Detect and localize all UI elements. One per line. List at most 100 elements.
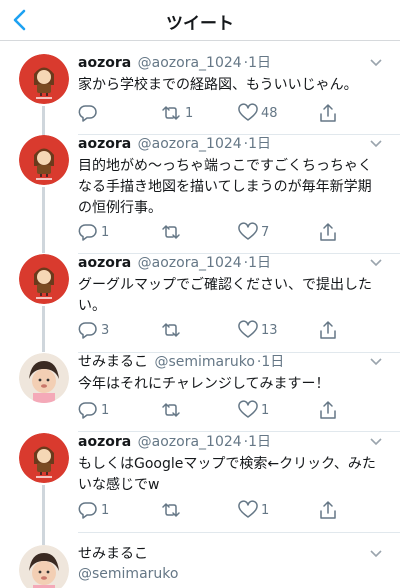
retweet-icon (162, 403, 180, 417)
heart-icon (238, 400, 258, 418)
top-bar: ツイート (0, 0, 400, 41)
share-icon (320, 321, 336, 339)
reply-button[interactable]: 1 (78, 222, 109, 242)
caret-down-icon[interactable] (369, 357, 383, 367)
tweet-text: 家から学校までの経路図、もういいじゃん。 (78, 77, 358, 93)
share-icon (320, 104, 336, 122)
retweet-button[interactable] (160, 400, 185, 420)
reply-icon (78, 224, 97, 241)
retweet-button[interactable]: 1 (160, 103, 193, 123)
timestamp: 1日 (248, 55, 272, 71)
timestamp: 1日 (248, 136, 272, 152)
tweet-header: aozora @aozora_1024·1日 (78, 255, 272, 271)
user-handle[interactable]: @aozora_1024 (138, 434, 242, 450)
user-handle[interactable]: @aozora_1024 (138, 55, 242, 71)
reply-button[interactable]: 3 (78, 320, 109, 340)
thread-line (42, 306, 45, 352)
avatar[interactable] (19, 135, 69, 185)
reply-icon (78, 502, 97, 519)
reply-icon (78, 322, 97, 339)
reply-button[interactable]: 1 (78, 500, 109, 520)
reply-icon (78, 105, 97, 122)
like-button[interactable]: 13 (238, 320, 278, 340)
heart-icon (238, 222, 258, 240)
retweet-count: 1 (185, 105, 194, 121)
share-button[interactable] (318, 222, 338, 242)
avatar[interactable] (19, 54, 69, 104)
tweet-text: グーグルマップでご確認ください、で提出したい。 (78, 277, 372, 314)
tweet-header: aozora @aozora_1024·1日 (78, 55, 272, 71)
aozora-avatar-icon (19, 135, 69, 185)
share-button[interactable] (318, 320, 338, 340)
tweet-header: aozora @aozora_1024·1日 (78, 136, 272, 152)
caret-down-icon[interactable] (369, 437, 383, 447)
user-handle[interactable]: @semimaruko (154, 354, 254, 370)
avatar[interactable] (19, 254, 69, 304)
reply-count: 1 (101, 402, 110, 418)
avatar[interactable] (19, 353, 69, 403)
tweet-actions: 1 1 (78, 500, 378, 520)
thread-line (42, 485, 45, 545)
retweet-icon (162, 225, 180, 239)
like-count: 13 (261, 322, 278, 338)
tweet-header: aozora @aozora_1024·1日 (78, 434, 272, 450)
like-button[interactable]: 1 (238, 400, 269, 420)
reply-count: 1 (101, 502, 110, 518)
share-button[interactable] (318, 500, 338, 520)
heart-icon (238, 500, 258, 518)
tweet-header: せみまるこ @semimaruko ·1日 (78, 354, 285, 370)
retweet-icon (162, 323, 180, 337)
reply-button[interactable] (78, 103, 101, 123)
timestamp: 1日 (248, 434, 272, 450)
aozora-avatar-icon (19, 54, 69, 104)
divider (78, 431, 400, 432)
retweet-button[interactable] (160, 222, 185, 242)
like-count: 1 (261, 502, 270, 518)
share-icon (320, 401, 336, 419)
avatar[interactable] (19, 433, 69, 483)
like-count: 1 (261, 402, 270, 418)
retweet-button[interactable] (160, 500, 185, 520)
caret-down-icon[interactable] (369, 139, 383, 149)
reply-icon (78, 402, 97, 419)
display-name[interactable]: せみまるこ (78, 354, 148, 370)
retweet-button[interactable] (160, 320, 185, 340)
display-name[interactable]: aozora (78, 255, 131, 271)
divider (78, 532, 400, 533)
user-handle[interactable]: @aozora_1024 (138, 255, 242, 271)
caret-down-icon[interactable] (369, 258, 383, 268)
like-count: 7 (261, 224, 270, 240)
retweet-icon (162, 503, 180, 517)
user-handle[interactable]: @aozora_1024 (138, 136, 242, 152)
share-button[interactable] (318, 103, 338, 123)
display-name[interactable]: aozora (78, 434, 131, 450)
tweet-text: 今年はそれにチャレンジしてみますー！ (78, 376, 330, 392)
tweet-actions: 3 13 (78, 320, 378, 340)
tweet-text: 目的地がめ〜っちゃ端っこですごくちっちゃくなる手描き地図を描いてしまうのが毎年新… (78, 158, 372, 216)
like-button[interactable]: 1 (238, 500, 269, 520)
page-title: ツイート (166, 14, 234, 34)
caret-down-icon[interactable] (369, 549, 383, 559)
avatar[interactable] (19, 545, 69, 588)
tweet-header: せみまるこ (78, 545, 148, 563)
semimaruko-avatar-icon (19, 545, 69, 588)
tweet[interactable]: せみまるこ @semimaruko (0, 545, 400, 588)
timestamp: 1日 (261, 354, 285, 370)
tweet-actions: 1 1 (78, 400, 378, 420)
reply-count: 3 (101, 322, 110, 338)
user-handle[interactable]: @semimaruko (78, 566, 178, 582)
thread-line (42, 187, 45, 253)
semimaruko-avatar-icon (19, 353, 69, 403)
heart-icon (238, 103, 258, 121)
share-button[interactable] (318, 400, 338, 420)
display-name[interactable]: せみまるこ (78, 546, 148, 562)
display-name[interactable]: aozora (78, 55, 131, 71)
share-icon (320, 223, 336, 241)
like-button[interactable]: 7 (238, 222, 269, 242)
caret-down-icon[interactable] (369, 58, 383, 68)
retweet-icon (162, 106, 180, 120)
display-name[interactable]: aozora (78, 136, 131, 152)
reply-count: 1 (101, 224, 110, 240)
reply-button[interactable]: 1 (78, 400, 109, 420)
like-button[interactable]: 48 (238, 103, 278, 123)
